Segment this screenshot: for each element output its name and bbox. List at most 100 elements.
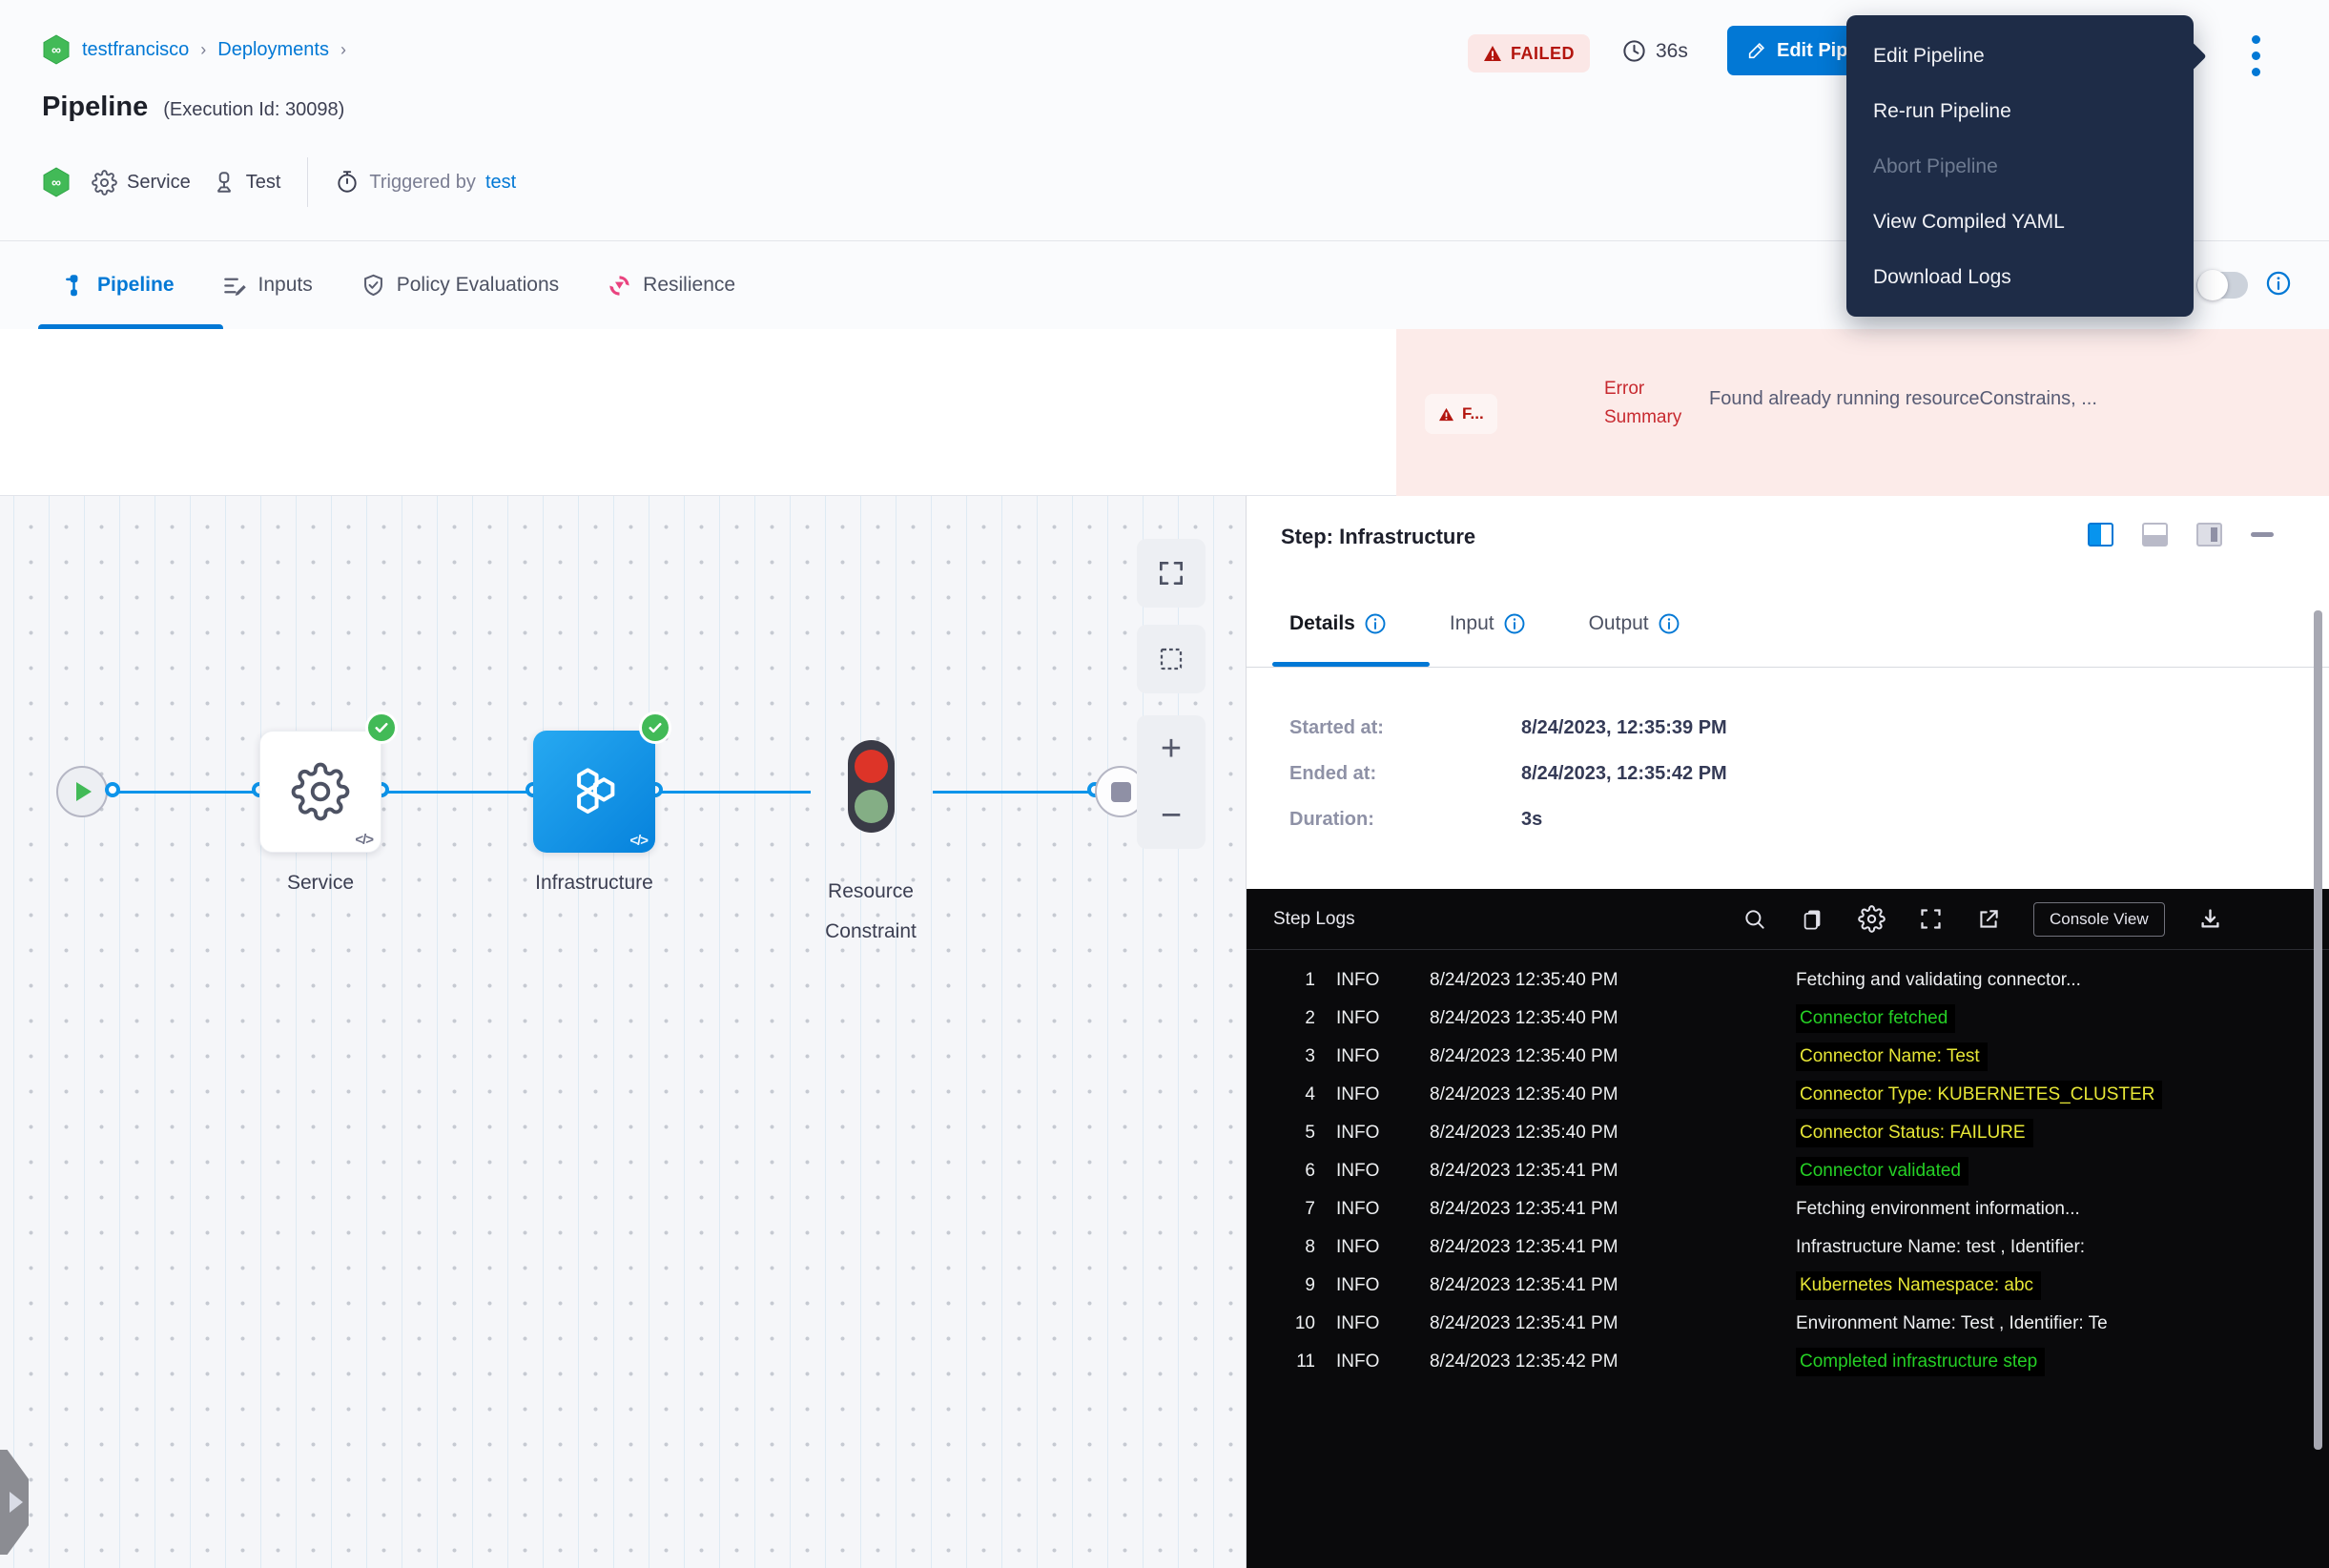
log-timestamp: 8/24/2023 12:35:41 PM: [1430, 1237, 1796, 1258]
tab-inputs-label: Inputs: [258, 274, 313, 297]
infrastructure-node-label: Infrastructure: [512, 872, 676, 895]
tab-resilience-label: Resilience: [643, 274, 735, 297]
console-view-button[interactable]: Console View: [2033, 902, 2165, 937]
copy-logs-icon[interactable]: [1800, 906, 1825, 932]
tab-pipeline[interactable]: Pipeline: [61, 241, 175, 329]
tab-policy-evaluations-label: Policy Evaluations: [397, 274, 559, 297]
detail-started-at: Started at: 8/24/2023, 12:35:39 PM: [1289, 717, 1727, 739]
log-settings-gear-icon[interactable]: [1858, 905, 1886, 933]
divider: [1247, 667, 2329, 668]
resource-constraint-node[interactable]: [848, 740, 895, 833]
search-logs-icon[interactable]: [1742, 907, 1767, 932]
service-step-node[interactable]: </>: [259, 731, 381, 853]
tab-inputs[interactable]: Inputs: [222, 241, 313, 329]
gear-icon: [92, 170, 117, 196]
log-line-number: 6: [1247, 1161, 1315, 1182]
tab-policy-evaluations[interactable]: Policy Evaluations: [361, 241, 559, 329]
log-timestamp: 8/24/2023 12:35:40 PM: [1430, 1123, 1796, 1144]
log-line-number: 4: [1247, 1084, 1315, 1105]
panel-scrollbar[interactable]: [2314, 610, 2322, 1450]
log-message: Connector fetched: [1796, 1004, 1955, 1033]
breadcrumb-deployments-link[interactable]: Deployments: [217, 39, 329, 61]
error-summary-strip: F... Error Summary Found already running…: [1396, 329, 2329, 496]
environment-meta[interactable]: Test: [212, 170, 281, 195]
breadcrumb-project-link[interactable]: testfrancisco: [82, 39, 189, 61]
service-name: Service: [127, 172, 191, 194]
svg-text:∞: ∞: [52, 42, 61, 57]
service-node-label: Service: [238, 872, 402, 895]
execution-id: (Execution Id: 30098): [163, 99, 344, 121]
infrastructure-step-node[interactable]: </>: [533, 731, 655, 853]
tab-details[interactable]: Details: [1289, 612, 1387, 635]
open-external-icon[interactable]: [1976, 907, 2001, 932]
layout-right-drawer-button[interactable]: [2196, 523, 2222, 547]
fullscreen-icon: [1156, 558, 1186, 588]
more-options-kebab-button[interactable]: [2237, 27, 2274, 84]
tab-resilience[interactable]: Resilience: [607, 241, 735, 329]
log-line-number: 3: [1247, 1046, 1315, 1067]
log-timestamp: 8/24/2023 12:35:40 PM: [1430, 1084, 1796, 1105]
log-line-number: 7: [1247, 1199, 1315, 1220]
multi-select-button[interactable]: [1137, 625, 1206, 693]
log-message: Completed infrastructure step: [1796, 1348, 2045, 1376]
breadcrumb-separator: ›: [200, 40, 206, 60]
download-logs-icon[interactable]: [2197, 906, 2223, 932]
log-lines[interactable]: 1INFO8/24/2023 12:35:40 PMFetching and v…: [1247, 961, 2329, 1381]
view-toggle-switch[interactable]: [2196, 272, 2248, 299]
resource-constraint-node-label: Resource Constraint: [789, 872, 953, 952]
success-check-badge: [639, 712, 671, 744]
trigger-meta: Triggered by test: [335, 170, 516, 195]
layout-horizontal-split-button[interactable]: [2142, 523, 2168, 547]
tab-output[interactable]: Output: [1589, 612, 1680, 635]
zoom-out-button[interactable]: −: [1161, 801, 1182, 830]
warning-icon: [1483, 45, 1502, 62]
log-row: 4 INFO8/24/2023 12:35:40 PMConnector Type…: [1247, 1076, 2329, 1114]
log-message: Environment Name: Test , Identifier: Te: [1796, 1313, 2108, 1334]
log-level: INFO: [1336, 1008, 1430, 1029]
tab-input[interactable]: Input: [1450, 612, 1526, 635]
triggered-by-user-link[interactable]: test: [485, 172, 516, 194]
menu-item-re-run-pipeline[interactable]: Re-run Pipeline: [1846, 84, 2194, 139]
menu-item-edit-pipeline[interactable]: Edit Pipeline: [1846, 29, 2194, 84]
triggered-by-label: Triggered by: [369, 172, 476, 194]
log-message: Connector Name: Test: [1796, 1042, 1988, 1071]
pipeline-graph-canvas[interactable]: </> Service </> Infrastructure Resource …: [0, 496, 1246, 1568]
fullscreen-graph-button[interactable]: [1137, 539, 1206, 608]
log-level: INFO: [1336, 1123, 1430, 1144]
log-level: INFO: [1336, 1084, 1430, 1105]
pencil-icon: [1746, 40, 1767, 61]
stage-summary-bar: deploy Started at: 8/24/2023, 12:35:11 P…: [0, 329, 2329, 496]
execution-duration: 36s: [1621, 38, 1688, 64]
chevron-right-icon: [10, 1492, 23, 1513]
menu-item-view-compiled-yaml[interactable]: View Compiled YAML: [1846, 195, 2194, 250]
log-message: Fetching environment information...: [1796, 1199, 2080, 1220]
failed-pill-label: F...: [1462, 404, 1484, 423]
layout-vertical-split-button[interactable]: [2088, 523, 2113, 547]
log-line-number: 10: [1247, 1313, 1315, 1334]
zoom-in-button[interactable]: +: [1161, 734, 1182, 763]
code-icon: </>: [355, 832, 373, 848]
log-timestamp: 8/24/2023 12:35:41 PM: [1430, 1275, 1796, 1296]
status-badge-label: FAILED: [1511, 44, 1575, 64]
service-meta[interactable]: Service: [92, 170, 191, 196]
page-title: Pipeline: [42, 92, 148, 123]
log-message: Connector Type: KUBERNETES_CLUSTER: [1796, 1081, 2162, 1109]
graph-edge: [933, 791, 1109, 794]
menu-item-download-logs[interactable]: Download Logs: [1846, 250, 2194, 305]
minimize-panel-button[interactable]: [2251, 532, 2274, 537]
log-row: 9INFO8/24/2023 12:35:41 PMKubernetes Nam…: [1247, 1267, 2329, 1305]
detail-duration: Duration: 3s: [1289, 809, 1542, 831]
start-node[interactable]: [56, 766, 108, 817]
step-logs-title: Step Logs: [1273, 909, 1355, 930]
log-row: 10INFO8/24/2023 12:35:41 PMEnvironment N…: [1247, 1305, 2329, 1343]
info-icon: [1658, 612, 1680, 635]
breadcrumb-separator: ›: [340, 40, 346, 60]
fullscreen-logs-icon[interactable]: [1918, 906, 1944, 932]
info-icon: [1503, 612, 1526, 635]
gear-icon: [291, 762, 350, 821]
info-icon[interactable]: [2265, 270, 2292, 297]
harness-cd-logo-icon: ∞: [42, 167, 71, 197]
left-panel-expand-handle[interactable]: [0, 1450, 29, 1555]
inputs-icon: [222, 273, 248, 299]
log-row: 11INFO8/24/2023 12:35:42 PMCompleted inf…: [1247, 1343, 2329, 1381]
